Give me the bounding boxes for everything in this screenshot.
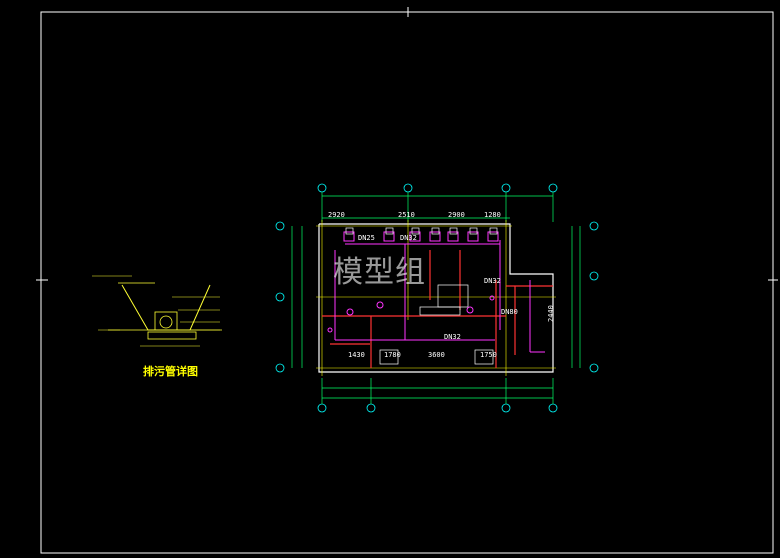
dim-top-3: 2900	[448, 211, 465, 219]
building-walls	[318, 223, 554, 373]
pipe-tag-dn32-b: DN32	[484, 277, 501, 285]
dim-top-1: 2920	[328, 211, 345, 219]
dim-bottom-1: 1430	[348, 351, 365, 359]
pipe-tag-dn80: DN80	[501, 308, 518, 316]
dim-top-2: 2510	[398, 211, 415, 219]
pipe-tag-dn32-c: DN32	[444, 333, 461, 341]
section-title: 排污管详图	[143, 365, 198, 378]
dim-bottom-2: 1780	[384, 351, 401, 359]
sewer-pipe-section-detail	[92, 275, 222, 347]
pipe-tag-dn25: DN25	[358, 234, 375, 242]
water-pipes	[327, 231, 545, 353]
dim-top-4: 1280	[484, 211, 501, 219]
dim-right: 2440	[547, 305, 555, 322]
watermark: 模型组	[333, 255, 426, 290]
pipe-tag-dn32-a: DN32	[400, 234, 417, 242]
dim-bottom-4: 1750	[480, 351, 497, 359]
dim-bottom-3: 3600	[428, 351, 445, 359]
